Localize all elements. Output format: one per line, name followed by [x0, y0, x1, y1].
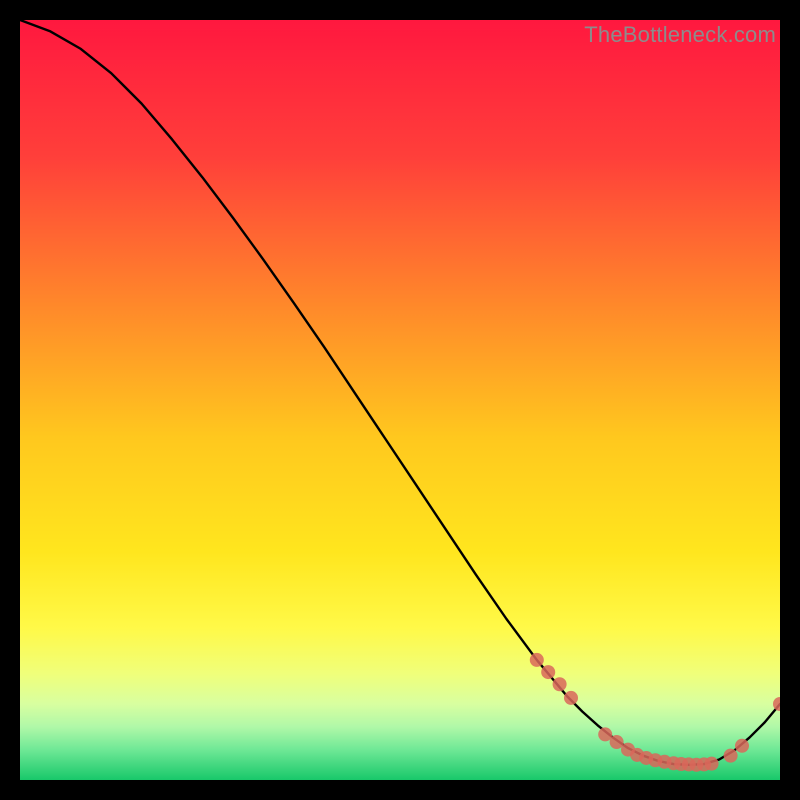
data-point — [553, 677, 567, 691]
chart-canvas — [20, 20, 780, 780]
data-point — [735, 739, 749, 753]
chart-frame: TheBottleneck.com — [20, 20, 780, 780]
data-point — [541, 665, 555, 679]
data-point — [564, 691, 578, 705]
data-point — [598, 727, 612, 741]
gradient-background — [20, 20, 780, 780]
data-point — [705, 757, 719, 771]
data-point — [530, 653, 544, 667]
data-point — [610, 735, 624, 749]
data-point — [724, 749, 738, 763]
watermark-text: TheBottleneck.com — [584, 22, 776, 48]
